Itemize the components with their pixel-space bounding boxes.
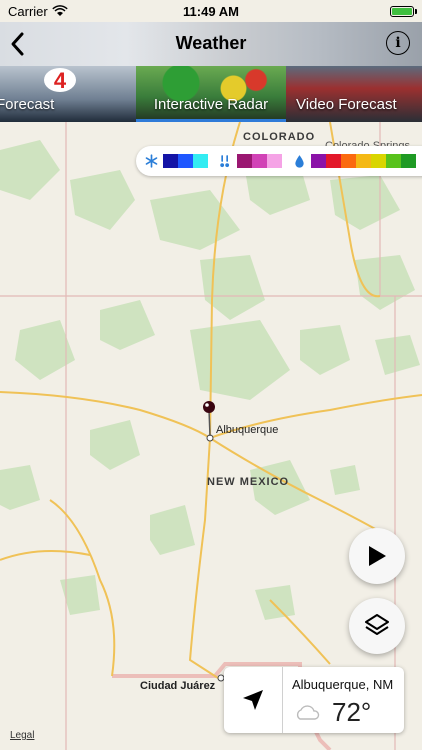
rain-swatch <box>326 154 341 168</box>
kob-logo-icon: 4 <box>44 68 76 92</box>
location-arrow-icon <box>243 690 263 710</box>
play-icon <box>369 546 386 566</box>
mix-swatch <box>267 154 282 168</box>
status-bar: Carrier 11:49 AM <box>0 0 422 22</box>
wifi-icon <box>52 5 68 16</box>
snowflake-icon <box>145 154 158 168</box>
tab-video-forecast[interactable]: Video Forecast <box>286 66 422 122</box>
card-city-name: Albuquerque, NM <box>292 677 394 692</box>
raindrop-icon <box>295 155 304 168</box>
state-label-new-mexico: NEW MEXICO <box>207 476 290 488</box>
play-button[interactable] <box>349 528 405 584</box>
snow-swatch <box>193 154 208 168</box>
mix-scale <box>237 154 282 168</box>
rain-swatch <box>386 154 401 168</box>
sleet-icon <box>220 155 230 168</box>
info-icon[interactable]: i <box>386 31 410 55</box>
rain-swatch <box>341 154 356 168</box>
tab-forecast-label: Forecast <box>0 96 55 113</box>
selected-tab-indicator <box>136 119 286 122</box>
tab-interactive-radar[interactable]: Interactive Radar <box>136 66 286 122</box>
carrier-label: Carrier <box>8 3 48 19</box>
precipitation-legend <box>136 146 422 176</box>
mix-swatch <box>252 154 267 168</box>
snow-swatch <box>178 154 193 168</box>
video-thumbnail <box>286 66 422 122</box>
layers-button[interactable] <box>349 598 405 654</box>
state-label-colorado: COLORADO <box>243 131 316 143</box>
legal-link[interactable]: Legal <box>10 730 34 741</box>
tab-forecast[interactable]: 4 Forecast <box>0 66 136 122</box>
rain-scale <box>311 154 416 168</box>
cloud-icon <box>296 705 320 720</box>
rain-swatch <box>356 154 371 168</box>
location-weather-card[interactable]: Albuquerque, NM 72° <box>224 667 404 733</box>
rain-swatch <box>311 154 326 168</box>
navigation-bar: Weather i <box>0 22 422 66</box>
battery-icon <box>390 5 417 17</box>
page-title: Weather <box>175 33 247 53</box>
city-label-ciudad-juarez: Ciudad Juárez <box>140 680 216 692</box>
mix-swatch <box>237 154 252 168</box>
snow-swatch <box>163 154 178 168</box>
rain-swatch <box>371 154 386 168</box>
tab-strip: 4 Forecast Interactive Radar Video Forec… <box>0 66 422 122</box>
tab-interactive-radar-label: Interactive Radar <box>153 96 269 113</box>
radar-thumbnail <box>136 66 286 122</box>
current-location-button[interactable] <box>224 667 283 733</box>
snow-scale <box>163 154 208 168</box>
layers-icon <box>365 614 389 635</box>
city-label-albuquerque: Albuquerque <box>216 424 279 436</box>
rain-swatch <box>401 154 416 168</box>
card-temperature: 72° <box>332 697 372 727</box>
tab-video-forecast-label: Video Forecast <box>296 96 397 113</box>
svg-text:4: 4 <box>54 68 67 92</box>
